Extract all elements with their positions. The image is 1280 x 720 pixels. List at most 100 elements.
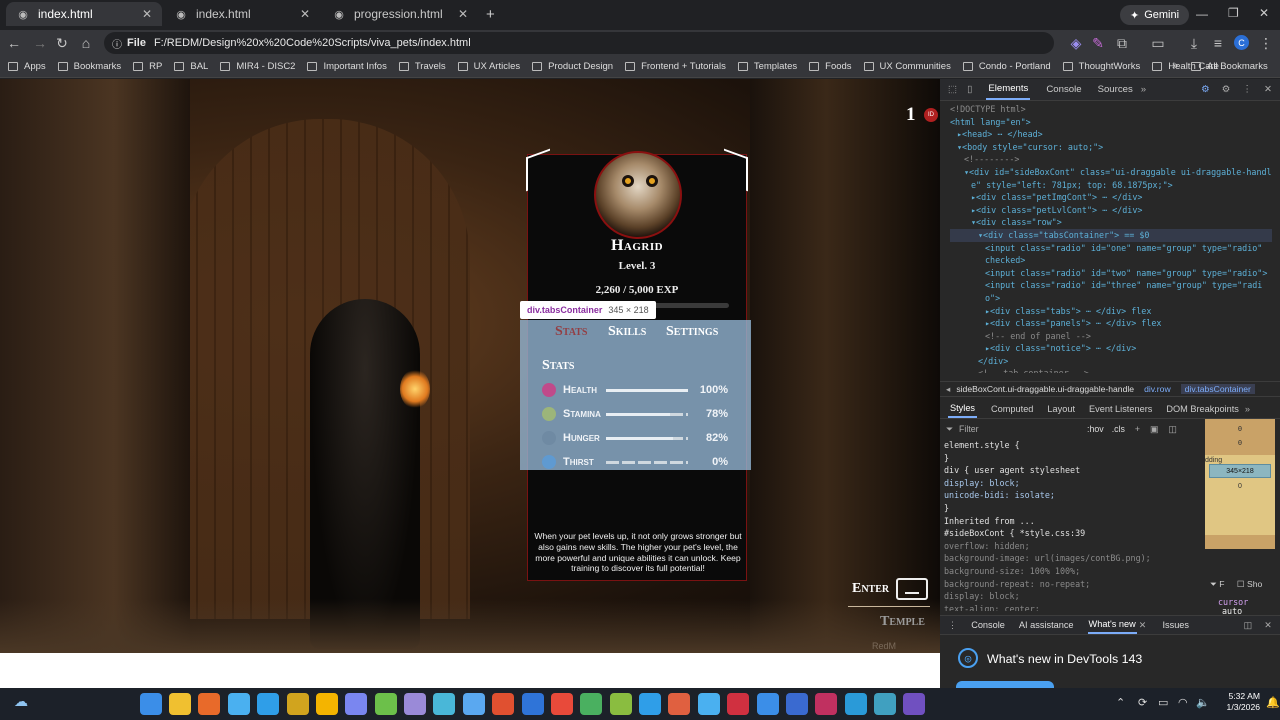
tab-settings[interactable]: Settings: [666, 324, 718, 340]
chevron-left-icon[interactable]: ◂: [946, 384, 950, 395]
forward-icon[interactable]: →: [28, 31, 52, 55]
dom-node[interactable]: <input class="radio" id="two" name="grou…: [950, 267, 1272, 280]
taskbar-app-icon[interactable]: [462, 693, 485, 715]
close-window-icon[interactable]: ✕: [1259, 6, 1269, 20]
style-rule-line[interactable]: background-image: url(images/contBG.png)…: [944, 552, 1200, 565]
dom-node[interactable]: ▾<body style="cursor: auto;">: [950, 141, 1272, 154]
drawer-tab-issues[interactable]: Issues: [1162, 620, 1189, 630]
browser-tab[interactable]: ◉ index.html ✕: [164, 2, 320, 26]
bookmark-item[interactable]: Frontend + Tutorials: [625, 61, 726, 72]
device-icon[interactable]: ▯: [967, 84, 972, 95]
taskbar-app-icon[interactable]: [315, 693, 338, 715]
taskbar-app-icon[interactable]: [844, 693, 867, 715]
close-icon[interactable]: ✕: [458, 7, 468, 21]
dom-node[interactable]: ▸<div class="notice"> ⋯ </div>: [950, 342, 1272, 355]
style-rule-line[interactable]: }: [944, 452, 1200, 465]
close-icon[interactable]: ✕: [300, 7, 310, 21]
bookmark-item[interactable]: RP: [133, 61, 162, 72]
drawer-tab-ai-assistance[interactable]: AI assistance: [1019, 620, 1074, 630]
browser-tab[interactable]: ◉ progression.html ✕: [322, 2, 478, 26]
taskbar-app-icon[interactable]: [521, 693, 544, 715]
taskbar-app-icon[interactable]: [492, 693, 515, 715]
network-icon[interactable]: ⟳: [1138, 696, 1147, 709]
address-bar[interactable]: ⓘ File F:/REDM/Design%20x%20Code%20Scrip…: [104, 32, 1054, 54]
dock-icon[interactable]: ◫: [1244, 620, 1253, 631]
computed-filter-input[interactable]: F: [1219, 579, 1224, 589]
notification-bell-icon[interactable]: 🔔: [1266, 696, 1280, 709]
bookmark-item[interactable]: Product Design: [532, 61, 613, 72]
back-icon[interactable]: ←: [2, 31, 26, 55]
media-icon[interactable]: ≡: [1206, 31, 1230, 55]
taskbar-app-icon[interactable]: [345, 693, 368, 715]
tab-styles[interactable]: Styles: [948, 400, 978, 418]
close-icon[interactable]: ✕: [1264, 84, 1272, 95]
all-bookmarks-folder[interactable]: All Bookmarks: [1191, 61, 1268, 72]
style-rule-line[interactable]: background-repeat: no-repeat;: [944, 578, 1200, 591]
close-icon[interactable]: ✕: [1139, 620, 1147, 631]
taskbar-app-icon[interactable]: [756, 693, 779, 715]
taskbar-app-icon[interactable]: [785, 693, 808, 715]
dom-node[interactable]: ▾<div id="sideBoxCont" class="ui-draggab…: [950, 166, 1272, 179]
dom-node[interactable]: ▸<div class="panels"> ⋯ </div> flex: [950, 317, 1272, 330]
bookmark-item[interactable]: ThoughtWorks: [1062, 61, 1140, 72]
taskbar-app-icon[interactable]: [433, 693, 456, 715]
taskbar-app-icon[interactable]: [198, 693, 221, 715]
dom-node[interactable]: <!-- tab container -->: [950, 367, 1272, 373]
new-tab-icon[interactable]: +: [486, 6, 495, 23]
sidebar-toggle-icon[interactable]: ◫: [1168, 424, 1176, 435]
bookmark-item[interactable]: UX Communities: [863, 61, 951, 72]
dom-node[interactable]: ▸<head> ⋯ </head>: [950, 128, 1272, 141]
volume-icon[interactable]: 🔈: [1196, 696, 1210, 709]
gear-icon[interactable]: ⚙: [1222, 84, 1231, 95]
dom-node[interactable]: </div>: [950, 355, 1272, 368]
dom-node[interactable]: ▸<div class="petImgCont"> ⋯ </div>: [950, 191, 1272, 204]
tab-dom-breakpoints[interactable]: DOM Breakpoints: [1166, 404, 1239, 414]
drawer-tab-console[interactable]: Console: [971, 620, 1005, 630]
dom-node[interactable]: ▾<div class="row">: [950, 216, 1272, 229]
inspect-icon[interactable]: ⬚: [948, 84, 957, 95]
tab-elements[interactable]: Elements: [986, 79, 1031, 100]
dom-node[interactable]: <!-- end of panel -->: [950, 330, 1272, 343]
drawer-tab-whats-new[interactable]: What's new: [1087, 616, 1137, 634]
taskbar-app-icon[interactable]: [815, 693, 838, 715]
dom-node[interactable]: ▸<div class="petLvlCont"> ⋯ </div>: [950, 204, 1272, 217]
taskbar-app-icon[interactable]: [639, 693, 662, 715]
bookmark-item[interactable]: Important Infos: [307, 61, 387, 72]
tabs-container[interactable]: Stats Skills Settings Stats Health 100% St…: [520, 320, 751, 470]
profile-avatar[interactable]: C: [1234, 35, 1249, 50]
extension-icon[interactable]: ✎: [1086, 31, 1110, 55]
style-rule-line[interactable]: #sideBoxCont { *style.css:39: [944, 527, 1200, 540]
dom-node[interactable]: o">: [950, 292, 1272, 305]
close-icon[interactable]: ✕: [1264, 620, 1272, 631]
dom-node[interactable]: <input class="radio" id="one" name="grou…: [950, 242, 1272, 255]
taskbar-app-icon[interactable]: [903, 693, 926, 715]
bookmark-item[interactable]: Foods: [809, 61, 852, 72]
dom-node[interactable]: <html lang="en">: [950, 116, 1272, 129]
chevron-right-icon[interactable]: »: [1172, 60, 1178, 72]
tab-layout[interactable]: Layout: [1047, 404, 1075, 414]
taskbar-app-icon[interactable]: [404, 693, 427, 715]
wifi-icon[interactable]: ◠: [1178, 696, 1188, 709]
cls-button[interactable]: .cls: [1112, 424, 1125, 434]
dom-node[interactable]: checked>: [950, 254, 1272, 267]
taskbar-app-icon[interactable]: [668, 693, 691, 715]
minimize-icon[interactable]: —: [1196, 7, 1208, 21]
browser-tab[interactable]: ◉ index.html ✕: [6, 2, 162, 26]
taskbar-app-icon[interactable]: [169, 693, 192, 715]
bookmark-item[interactable]: Apps: [8, 61, 46, 72]
style-rule-line[interactable]: display: block;: [944, 590, 1200, 603]
taskbar-app-icon[interactable]: [580, 693, 603, 715]
bookmark-item[interactable]: BAL: [174, 61, 208, 72]
puzzle-icon[interactable]: ⧉: [1110, 31, 1134, 55]
taskbar-app-icon[interactable]: [227, 693, 250, 715]
taskbar-app-icon[interactable]: [874, 693, 897, 715]
bookmark-item[interactable]: Travels: [398, 61, 446, 72]
battery-icon[interactable]: ▭: [1158, 696, 1168, 709]
drawer-menu-icon[interactable]: ⋮: [948, 620, 957, 631]
reload-icon[interactable]: ↻: [50, 31, 74, 55]
taskbar-app-icon[interactable]: [609, 693, 632, 715]
checkbox[interactable]: ☐: [1237, 579, 1245, 589]
taskbar-app-icon[interactable]: [257, 693, 280, 715]
style-rule-line[interactable]: Inherited from ...: [944, 515, 1200, 528]
breadcrumb-item[interactable]: sideBoxCont.ui-draggable.ui-draggable-ha…: [956, 384, 1134, 394]
